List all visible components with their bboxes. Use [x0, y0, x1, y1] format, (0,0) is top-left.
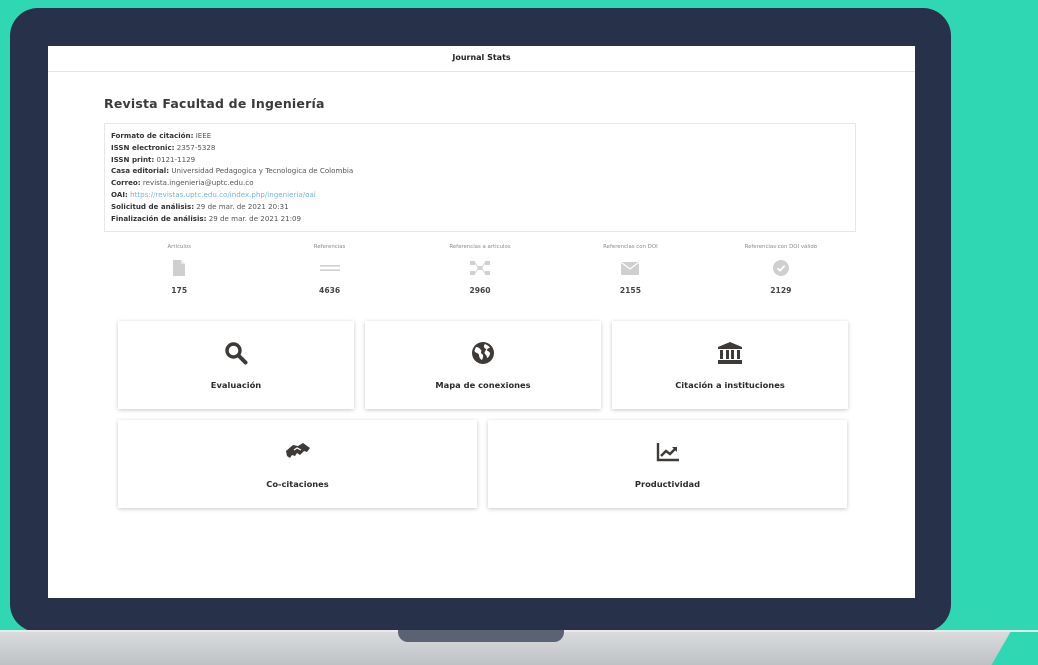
check-circle-icon	[706, 257, 856, 279]
cards-row-top: Evaluación Mapa de conexiones Citación a…	[118, 321, 859, 410]
connections-map-card[interactable]: Mapa de conexiones	[365, 321, 601, 410]
network-icon	[405, 257, 555, 279]
envelope-icon	[555, 257, 705, 279]
handshake-icon	[284, 439, 312, 465]
journal-info-box: Formato de citación: IEEE ISSN electroni…	[104, 123, 856, 233]
info-analysis-end: Finalización de análisis: 29 de mar. de …	[111, 213, 302, 223]
info-issn-print: ISSN print: 0121-1129	[111, 154, 196, 164]
institution-icon	[718, 340, 742, 366]
stats-row: Articulos 175 Referencias 4636 Referenci…	[104, 244, 856, 295]
main-content: Revista Facultad de Ingeniería Formato d…	[48, 96, 915, 509]
lines-icon	[254, 257, 404, 279]
stat-articles: Articulos 175	[104, 244, 254, 295]
stat-references-valid-doi: Referencias con DOI válido 2129	[706, 244, 856, 295]
co-citations-card[interactable]: Co-citaciones	[118, 420, 477, 509]
info-issn-electronic: ISSN electronic: 2357-5328	[111, 142, 216, 152]
top-bar: Journal Stats	[48, 46, 915, 72]
evaluation-card[interactable]: Evaluación	[118, 321, 354, 410]
cards-row-bottom: Co-citaciones Productividad	[118, 420, 859, 509]
globe-icon	[471, 340, 495, 366]
stat-references: Referencias 4636	[254, 244, 404, 295]
document-icon	[104, 257, 254, 279]
oai-link[interactable]: https://revistas.uptc.edu.co/index.php/i…	[130, 190, 316, 199]
info-publisher: Casa editorial: Universidad Pedagogica y…	[111, 166, 354, 176]
page-title: Journal Stats	[452, 53, 511, 62]
laptop-notch	[398, 630, 564, 642]
productivity-card[interactable]: Productividad	[488, 420, 847, 509]
chart-line-icon	[656, 439, 680, 465]
stat-references-to-articles: Referencias a articulos 2960	[405, 244, 555, 295]
info-analysis-request: Solicitud de análisis: 29 de mar. de 202…	[111, 201, 289, 211]
institution-citation-card[interactable]: Citación a instituciones	[612, 321, 848, 410]
info-citation-format: Formato de citación: IEEE	[111, 131, 212, 140]
journal-title: Revista Facultad de Ingeniería	[104, 96, 325, 111]
laptop-bezel: Journal Stats Revista Facultad de Ingeni…	[10, 8, 951, 632]
stat-references-doi: Referencias con DOI 2155	[555, 244, 705, 295]
search-icon	[224, 340, 248, 366]
info-email: Correo: revista.ingenieria@uptc.edu.co	[111, 178, 254, 188]
app-screen: Journal Stats Revista Facultad de Ingeni…	[48, 46, 915, 598]
info-oai: OAI: https://revistas.uptc.edu.co/index.…	[111, 189, 316, 199]
